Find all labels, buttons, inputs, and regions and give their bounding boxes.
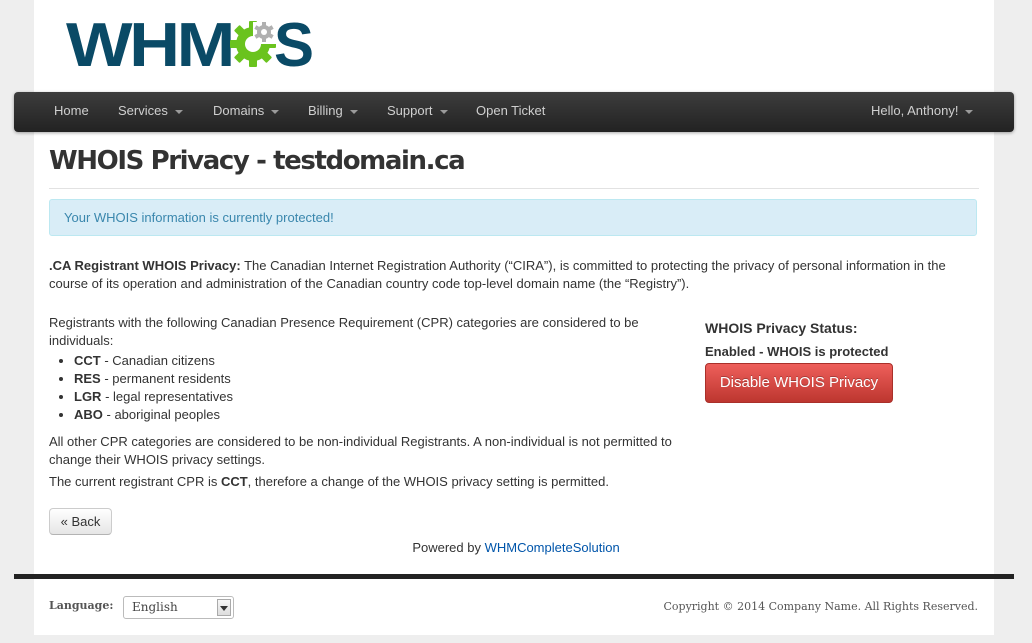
- nav-home-label: Home: [54, 103, 89, 118]
- intro-heading: .CA Registrant WHOIS Privacy:: [49, 258, 241, 273]
- nav-services-label: Services: [118, 103, 168, 118]
- powered-by: Powered by WHMCompleteSolution: [0, 539, 1032, 557]
- user-greeting: Hello, Anthony!: [871, 103, 959, 118]
- caret-down-icon: [965, 109, 974, 114]
- dropdown-arrow-icon: [217, 599, 231, 616]
- whmcs-logo[interactable]: WHM S: [66, 11, 316, 80]
- current-cpr-prefix: The current registrant CPR is: [49, 474, 221, 489]
- nav-open-ticket[interactable]: Open Ticket: [476, 92, 545, 132]
- disable-whois-privacy-button[interactable]: Disable WHOIS Privacy: [705, 363, 893, 403]
- cpr-description: - aboriginal peoples: [102, 407, 220, 422]
- nav-domains-label: Domains: [213, 103, 265, 118]
- intro-paragraph: .CA Registrant WHOIS Privacy: The Canadi…: [49, 257, 977, 293]
- list-item: ABO - aboriginal peoples: [74, 406, 233, 424]
- cpr-description: - legal representatives: [101, 389, 233, 404]
- alert-text: Your WHOIS information is currently prot…: [64, 210, 334, 225]
- powered-by-prefix: Powered by: [412, 540, 485, 555]
- current-cpr-suffix: , therefore a change of the WHOIS privac…: [247, 474, 609, 489]
- cpr-category-list: CCT - Canadian citizens RES - permanent …: [49, 352, 233, 424]
- nav-services[interactable]: Services: [118, 92, 183, 132]
- current-cpr-code: CCT: [220, 474, 248, 489]
- list-item: RES - permanent residents: [74, 370, 233, 388]
- nav-billing-label: Billing: [308, 103, 343, 118]
- whmcs-link[interactable]: WHMCompleteSolution: [485, 540, 620, 555]
- nav-support-label: Support: [387, 103, 433, 118]
- svg-text:WHM: WHM: [66, 14, 232, 72]
- language-label: Language:: [49, 599, 114, 612]
- nav-domains[interactable]: Domains: [213, 92, 280, 132]
- caret-down-icon: [349, 109, 358, 114]
- back-button[interactable]: « Back: [49, 508, 112, 535]
- privacy-status-value: Enabled - WHOIS is protected: [705, 344, 889, 359]
- gear-icon: [230, 21, 277, 67]
- current-cpr-text: The current registrant CPR is CCT, there…: [49, 473, 689, 491]
- caret-down-icon: [271, 109, 280, 114]
- copyright-text: Copyright © 2014 Company Name. All Right…: [663, 600, 978, 613]
- language-select[interactable]: English: [123, 596, 234, 619]
- cpr-code: LGR: [74, 389, 102, 404]
- svg-text:S: S: [274, 14, 314, 72]
- cpr-code: CCT: [74, 353, 101, 368]
- cpr-intro: Registrants with the following Canadian …: [49, 315, 639, 348]
- nav-open-ticket-label: Open Ticket: [476, 103, 546, 118]
- non-individual-text: All other CPR categories are considered …: [49, 434, 672, 467]
- cpr-code: ABO: [74, 407, 103, 422]
- page-title: WHOIS Privacy - testdomain.ca: [49, 146, 466, 176]
- cpr-code: RES: [74, 371, 101, 386]
- cpr-description: - Canadian citizens: [100, 353, 215, 368]
- title-divider: [49, 188, 979, 189]
- caret-down-icon: [174, 109, 183, 114]
- nav-support[interactable]: Support: [387, 92, 448, 132]
- nav-home[interactable]: Home: [54, 92, 89, 132]
- list-item: LGR - legal representatives: [74, 388, 233, 406]
- language-selected-value: English: [132, 600, 178, 614]
- nav-user-menu[interactable]: Hello, Anthony!: [871, 92, 974, 132]
- list-item: CCT - Canadian citizens: [74, 352, 233, 370]
- caret-down-icon: [439, 109, 448, 114]
- main-navbar: Home Services Domains Billing Support Op…: [14, 92, 1014, 132]
- privacy-status-heading: WHOIS Privacy Status:: [705, 320, 858, 336]
- cpr-description: - permanent residents: [100, 371, 231, 386]
- footer-divider: [14, 574, 1014, 579]
- info-alert: Your WHOIS information is currently prot…: [49, 199, 977, 236]
- logo-graphic: WHM S: [66, 11, 314, 80]
- nav-billing[interactable]: Billing: [308, 92, 358, 132]
